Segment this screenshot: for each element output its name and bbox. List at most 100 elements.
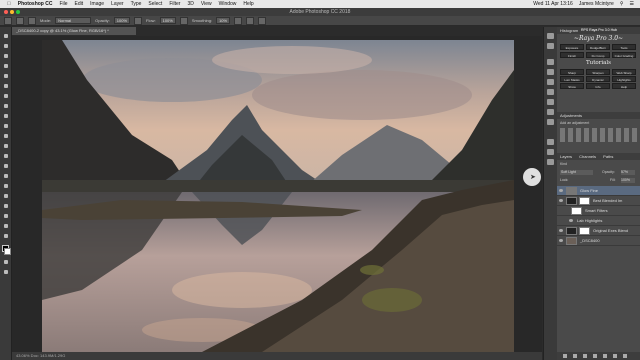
history-panel-icon[interactable]: [547, 33, 554, 39]
clone-stamp-tool-icon[interactable]: [2, 113, 9, 120]
layer-mask-thumbnail[interactable]: [579, 227, 590, 235]
raya-finish-button[interactable]: Finish: [560, 52, 584, 58]
raya-highlights-button[interactable]: Highlights: [612, 76, 636, 82]
quick-select-tool-icon[interactable]: [2, 63, 9, 70]
layer-row[interactable]: _DSC8400: [557, 236, 640, 246]
menu-window[interactable]: Window: [219, 0, 237, 8]
screen-mode-icon[interactable]: [2, 269, 9, 276]
layer-opacity-field[interactable]: 57%: [621, 170, 635, 175]
new-group-icon[interactable]: [603, 354, 607, 358]
visibility-eye-icon[interactable]: [559, 229, 563, 232]
brush-size-icon[interactable]: [16, 16, 24, 25]
tab-adjustments[interactable]: Adjustments: [560, 113, 582, 118]
quick-mask-icon[interactable]: [2, 259, 9, 266]
mode-select[interactable]: Normal: [55, 17, 92, 24]
raya-exposure-button[interactable]: Exposure: [560, 44, 584, 50]
layer-row[interactable]: Original Exes Blend: [557, 226, 640, 236]
document-status-bar[interactable]: 43.06% Doc: 143.9M/1.29G: [12, 352, 542, 360]
libraries-panel-icon[interactable]: [547, 109, 554, 115]
raya-show-button[interactable]: Show: [560, 83, 584, 89]
menu-filter[interactable]: Filter: [169, 0, 180, 8]
hand-tool-icon[interactable]: [2, 213, 9, 220]
smoothing-settings-icon[interactable]: [234, 16, 243, 25]
tab-histogram[interactable]: Histogram: [560, 28, 578, 33]
gradient-tool-icon[interactable]: [2, 143, 9, 150]
styles-panel-icon[interactable]: [547, 119, 554, 125]
smart-filter-mask-thumbnail[interactable]: [571, 207, 582, 215]
minimize-window-button[interactable]: [10, 10, 14, 14]
link-layers-icon[interactable]: [563, 354, 567, 358]
add-mask-icon[interactable]: [583, 354, 587, 358]
menu-help[interactable]: Help: [243, 0, 253, 8]
pressure-opacity-icon[interactable]: [134, 16, 143, 25]
eraser-tool-icon[interactable]: [2, 133, 9, 140]
menu-select[interactable]: Select: [148, 0, 162, 8]
paragraph-panel-icon[interactable]: [547, 149, 554, 155]
close-window-button[interactable]: [4, 10, 8, 14]
pen-tool-icon[interactable]: [2, 173, 9, 180]
layer-name[interactable]: Smart Filters: [585, 206, 608, 216]
raya-dynamic-button[interactable]: Dynamic: [586, 76, 610, 82]
symmetry-icon[interactable]: [258, 16, 267, 25]
raya-tools-button[interactable]: Tools: [612, 44, 636, 50]
user-name[interactable]: James Mcintyre: [579, 0, 614, 8]
visibility-eye-icon[interactable]: [559, 199, 563, 202]
raya-dodge-burn-button[interactable]: Dodge/Burn: [586, 44, 610, 50]
document-image[interactable]: [42, 40, 514, 352]
clock[interactable]: Wed 11 Apr 13:16: [533, 0, 573, 8]
layer-name[interactable]: Original Exes Blend: [593, 226, 628, 236]
color-panel-icon[interactable]: [547, 69, 554, 75]
info-panel-icon[interactable]: [547, 43, 554, 49]
raya-color-grading-button[interactable]: Color Grading: [612, 52, 636, 58]
tutorials-link[interactable]: Tutorials: [557, 60, 640, 66]
layer-name[interactable]: _DSC8400: [580, 236, 600, 246]
swatches-panel-icon[interactable]: [547, 79, 554, 85]
edit-toolbar-icon[interactable]: [2, 233, 9, 240]
raya-help-button[interactable]: Help: [612, 83, 636, 89]
raya-sharp-button[interactable]: Sharp: [560, 69, 584, 75]
layer-name[interactable]: Lab Highlights: [577, 216, 602, 226]
adjustment-layer-icon[interactable]: [593, 354, 597, 358]
menu-view[interactable]: View: [201, 0, 212, 8]
tab-paths[interactable]: Paths: [603, 154, 613, 159]
crop-tool-icon[interactable]: [2, 73, 9, 80]
new-layer-icon[interactable]: [613, 354, 617, 358]
search-icon[interactable]: ⚲: [620, 0, 624, 8]
background-color-swatch[interactable]: [4, 248, 11, 255]
visibility-eye-icon[interactable]: [559, 189, 563, 192]
raya-info-button[interactable]: Info: [586, 83, 610, 89]
menu-edit[interactable]: Edit: [75, 0, 84, 8]
zoom-tool-icon[interactable]: [2, 223, 9, 230]
opacity-field[interactable]: 100%: [113, 17, 131, 24]
brushes-panel-icon[interactable]: [547, 89, 554, 95]
pressure-size-icon[interactable]: [246, 16, 255, 25]
zoom-window-button[interactable]: [16, 10, 20, 14]
menu-app-name[interactable]: Photoshop CC: [18, 0, 53, 8]
history-brush-tool-icon[interactable]: [2, 123, 9, 130]
layer-name[interactable]: Best Blended Im: [593, 196, 622, 206]
eyedropper-tool-icon[interactable]: [2, 83, 9, 90]
menu-image[interactable]: Image: [90, 0, 104, 8]
adjustment-icons-row[interactable]: [560, 128, 637, 142]
layer-style-icon[interactable]: [573, 354, 577, 358]
type-tool-icon[interactable]: [2, 183, 9, 190]
shape-tool-icon[interactable]: [2, 203, 9, 210]
visibility-eye-icon[interactable]: [559, 239, 563, 242]
layer-mask-thumbnail[interactable]: [579, 197, 590, 205]
layer-name[interactable]: Glow Fine: [580, 186, 598, 196]
raya-lum-masks-button[interactable]: Lum Masks: [560, 76, 584, 82]
filter-kind-select[interactable]: Kind: [560, 162, 567, 166]
tab-channels[interactable]: Channels: [579, 154, 596, 159]
layer-row[interactable]: Smart Filters: [557, 206, 640, 216]
raya-sharpen-button[interactable]: Sharpen: [586, 69, 610, 75]
menu-layer[interactable]: Layer: [111, 0, 124, 8]
layer-row[interactable]: Glow Fine: [557, 186, 640, 196]
menu-file[interactable]: File: [59, 0, 67, 8]
menu-list-icon[interactable]: ☰: [630, 0, 634, 8]
tab-layers[interactable]: Layers: [560, 154, 572, 159]
menu-type[interactable]: Type: [131, 0, 142, 8]
properties-panel-icon[interactable]: [547, 59, 554, 65]
dodge-tool-icon[interactable]: [2, 163, 9, 170]
glyphs-panel-icon[interactable]: [547, 159, 554, 165]
tab-raya-pro[interactable]: RPS Raya Pro 3.0 Hub: [581, 27, 617, 34]
